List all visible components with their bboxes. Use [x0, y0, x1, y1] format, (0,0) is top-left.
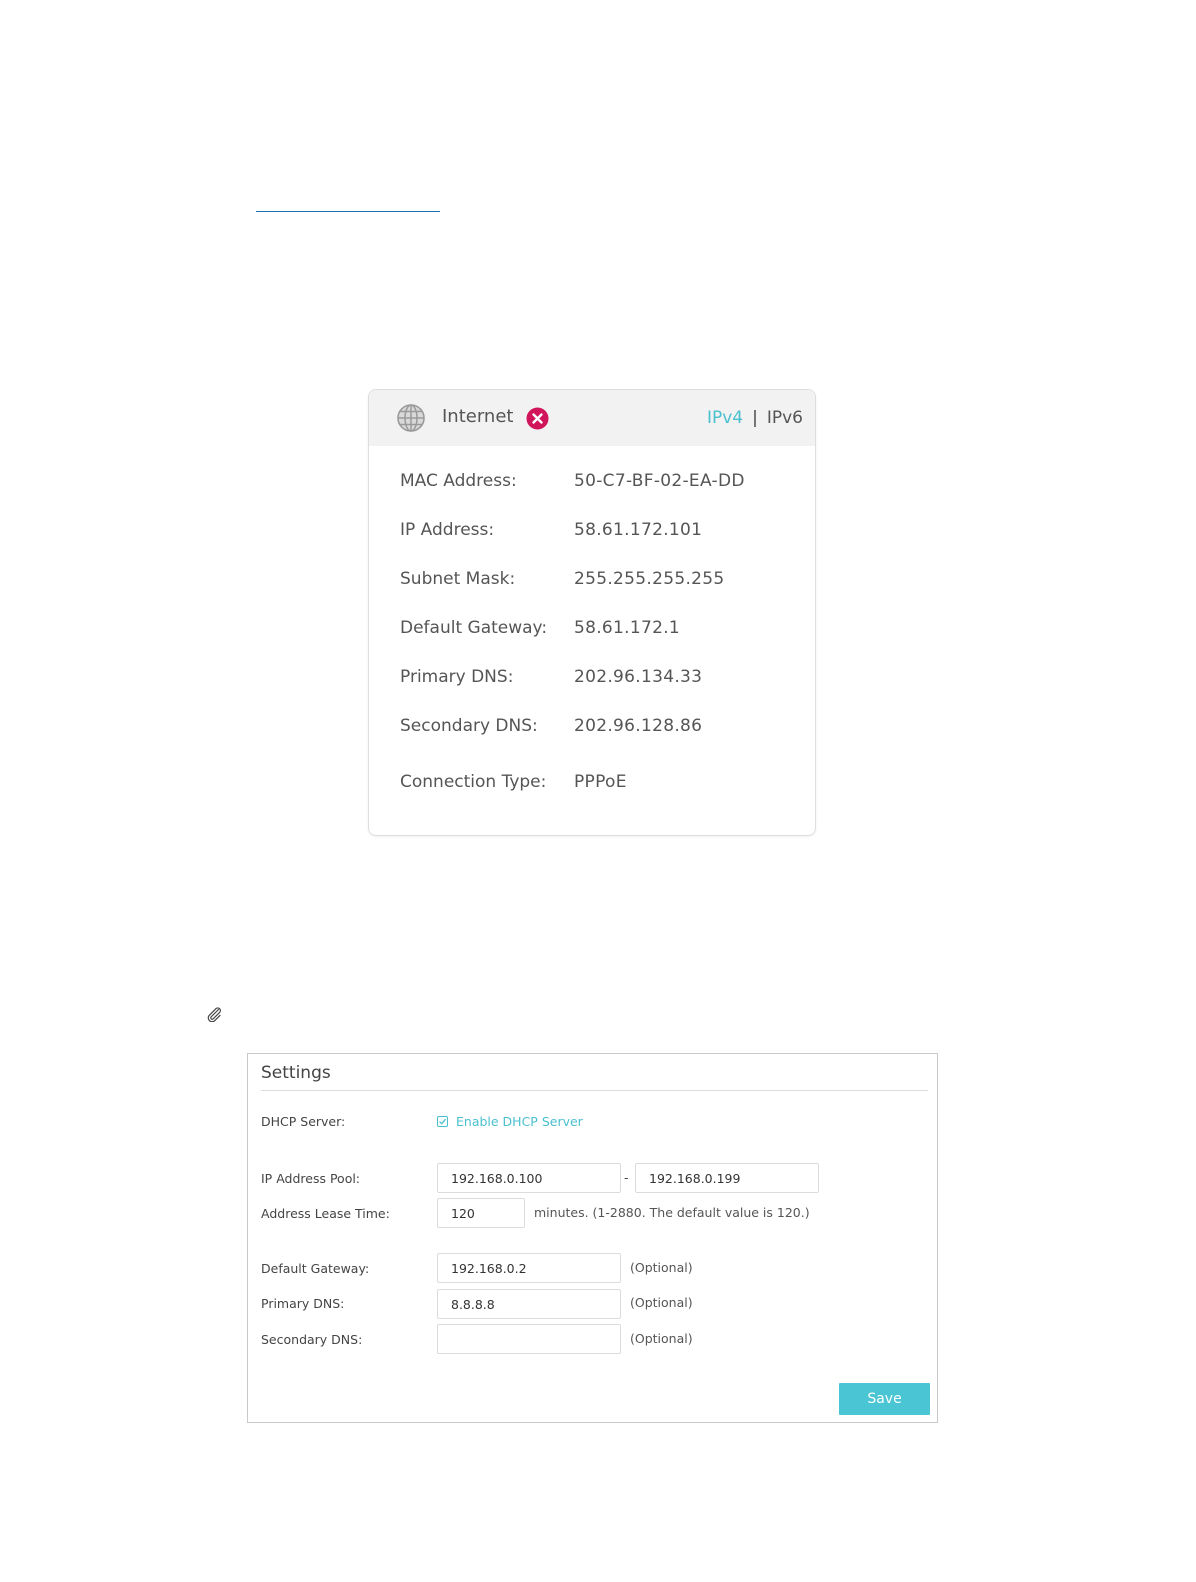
info-value: 50-C7-BF-02-EA-DD	[574, 471, 745, 491]
ip-pool-label: IP Address Pool:	[261, 1171, 361, 1186]
info-value: PPPoE	[574, 772, 627, 792]
enable-dhcp-label[interactable]: Enable DHCP Server	[456, 1114, 583, 1129]
primary-dns-input[interactable]	[437, 1289, 621, 1319]
secondary-dns-label: Secondary DNS:	[261, 1332, 363, 1347]
disconnected-error-icon	[526, 407, 549, 430]
info-label: IP Address:	[400, 520, 495, 540]
secondary-dns-optional-hint: (Optional)	[630, 1331, 693, 1346]
primary-dns-optional-hint: (Optional)	[630, 1295, 693, 1310]
info-label: Connection Type:	[400, 772, 547, 792]
dhcp-settings-panel: Settings DHCP Server: Enable DHCP Server…	[247, 1053, 938, 1423]
save-button[interactable]: Save	[839, 1383, 930, 1415]
lease-time-label: Address Lease Time:	[261, 1206, 390, 1221]
info-label: Subnet Mask:	[400, 569, 516, 589]
secondary-dns-input[interactable]	[437, 1324, 621, 1354]
tab-ipv4[interactable]: IPv4	[707, 408, 743, 428]
internet-status-card: Internet IPv4 | IPv6 MAC Address: 50-C7-BF…	[368, 389, 816, 836]
enable-dhcp-checkbox[interactable]	[437, 1116, 448, 1127]
globe-icon	[397, 404, 425, 432]
paperclip-icon	[207, 1007, 221, 1022]
lease-time-hint: minutes. (1-2880. The default value is 1…	[534, 1205, 810, 1220]
primary-dns-label: Primary DNS:	[261, 1296, 345, 1311]
info-value: 58.61.172.1	[574, 618, 681, 638]
info-label: Primary DNS:	[400, 667, 514, 687]
lease-time-input[interactable]	[437, 1198, 525, 1228]
ip-pool-start-input[interactable]	[437, 1163, 621, 1193]
tab-separator: |	[752, 408, 758, 428]
link-underline	[256, 211, 440, 212]
ip-version-switch: IPv4 | IPv6	[707, 408, 803, 428]
internet-title: Internet	[442, 406, 514, 427]
info-value: 202.96.134.33	[574, 667, 703, 687]
ip-pool-dash: -	[624, 1170, 629, 1185]
info-value: 255.255.255.255	[574, 569, 725, 589]
info-label: Secondary DNS:	[400, 716, 538, 736]
status-header: Internet IPv4 | IPv6	[369, 390, 815, 446]
settings-title: Settings	[261, 1063, 331, 1083]
info-label: Default Gateway:	[400, 618, 548, 638]
default-gateway-label: Default Gateway:	[261, 1261, 370, 1276]
gateway-optional-hint: (Optional)	[630, 1260, 693, 1275]
settings-divider	[261, 1090, 928, 1091]
info-value: 202.96.128.86	[574, 716, 703, 736]
info-value: 58.61.172.101	[574, 520, 703, 540]
ip-pool-end-input[interactable]	[635, 1163, 819, 1193]
tab-ipv6[interactable]: IPv6	[767, 408, 803, 428]
checkmark-icon	[439, 1118, 447, 1125]
info-label: MAC Address:	[400, 471, 517, 491]
dhcp-server-label: DHCP Server:	[261, 1114, 346, 1129]
default-gateway-input[interactable]	[437, 1253, 621, 1283]
